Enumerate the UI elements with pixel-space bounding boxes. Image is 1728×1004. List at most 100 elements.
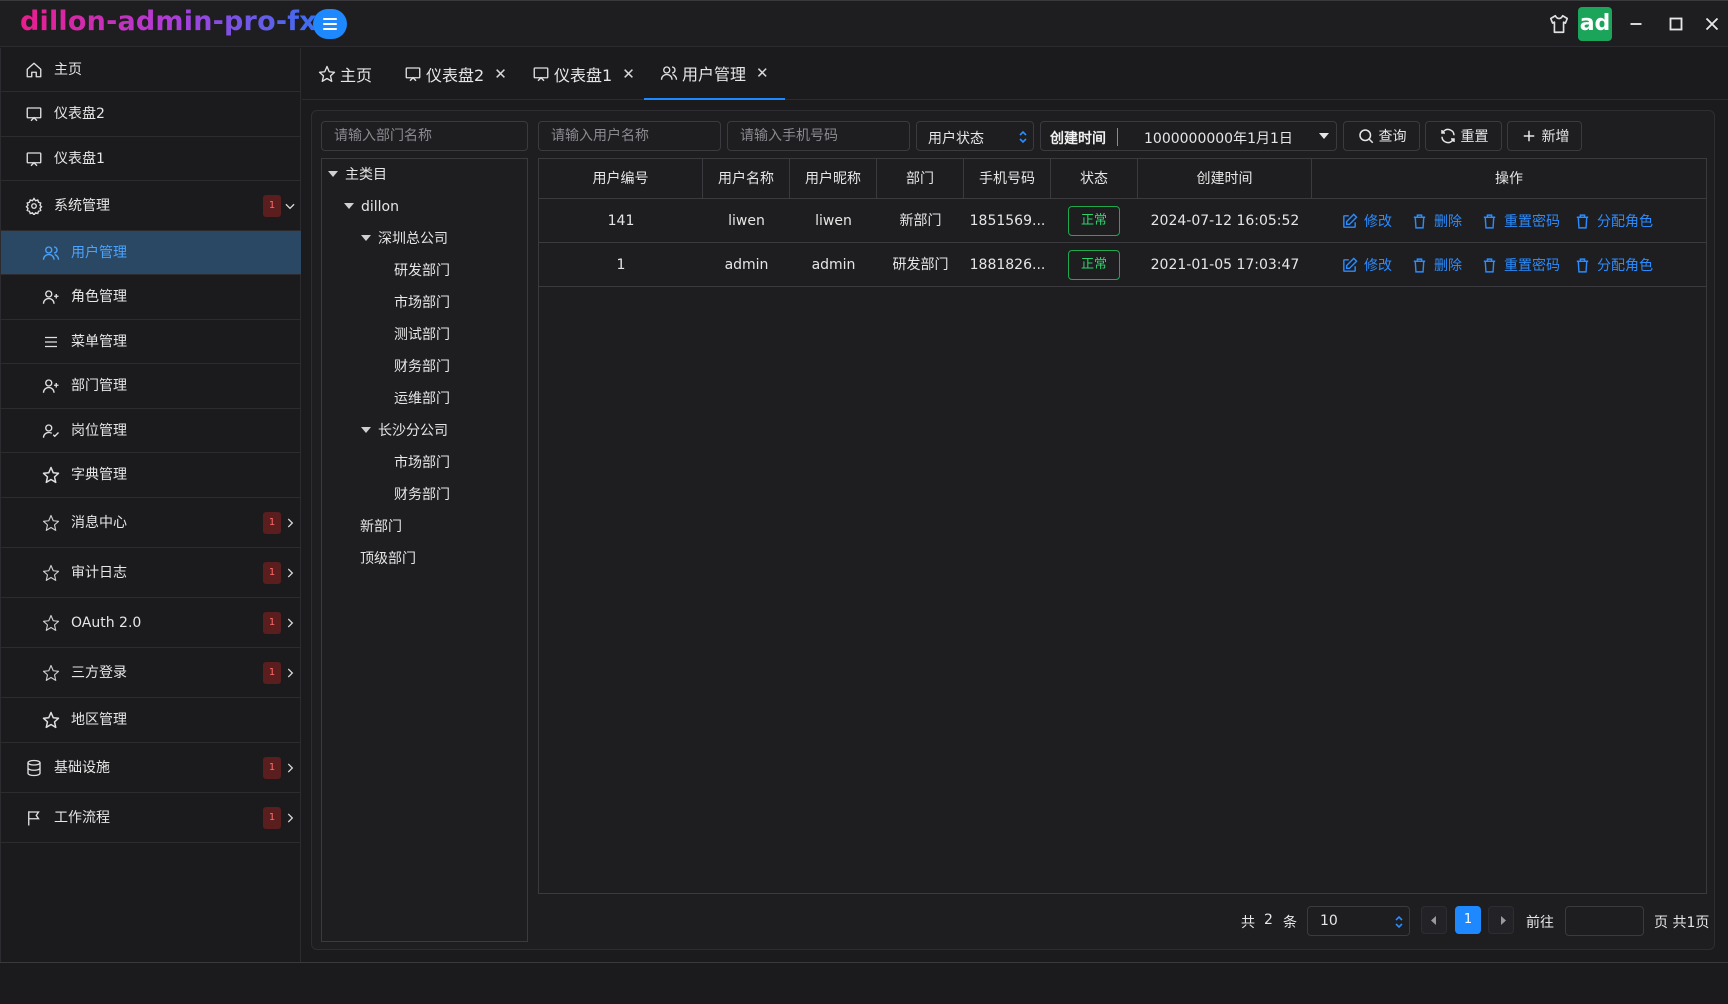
reset-password-button[interactable]: 重置密码 [1481,243,1560,287]
tree-node-root[interactable]: 主类目 [328,165,387,185]
tree-node[interactable]: 运维部门 [394,389,450,409]
column-header[interactable]: 用户昵称 [790,159,877,199]
username-input[interactable] [538,121,721,151]
caret-down-icon[interactable] [328,171,338,177]
edit-button[interactable]: 修改 [1341,199,1392,243]
sidebar-item-messages[interactable]: 消息中心 1 [1,498,301,548]
sidebar-item-menus[interactable]: 菜单管理 [1,320,301,364]
page-size-select[interactable]: 10 [1307,906,1410,936]
status-select[interactable]: 用户状态 [916,121,1034,151]
column-header[interactable]: 状态 [1051,159,1138,199]
sidebar-item-home[interactable]: 主页 [1,48,301,92]
sidebar-item-audit-log[interactable]: 审计日志 1 [1,548,301,598]
tree-node[interactable]: 市场部门 [394,293,450,313]
tree-node[interactable]: 顶级部门 [360,549,416,569]
table-row[interactable]: 1 admin admin 研发部门 1881826... 正常 2021-01… [539,243,1706,287]
menu-toggle-button[interactable] [313,9,347,39]
column-header[interactable]: 部门 [877,159,964,199]
tree-node[interactable]: 深圳总公司 [361,229,448,249]
sidebar-item-label: 菜单管理 [71,333,127,350]
caret-down-icon[interactable] [361,427,371,433]
add-button[interactable]: 新增 [1507,121,1582,151]
sidebar-item-roles[interactable]: 角色管理 [1,275,301,320]
reset-button[interactable]: 重置 [1425,121,1502,151]
user-table: 用户编号 用户名称 用户昵称 部门 手机号码 状态 创建时间 操作 141 li… [538,158,1707,894]
sidebar-item-dictionary[interactable]: 字典管理 [1,453,301,498]
created-time-range[interactable]: 创建时间 1000000000年1月1日 [1040,121,1337,151]
maximize-icon[interactable] [1665,13,1687,35]
sidebar-item-dashboard1[interactable]: 仪表盘1 [1,137,301,181]
delete-button[interactable]: 删除 [1411,199,1462,243]
reset-password-button[interactable]: 重置密码 [1481,199,1560,243]
tree-node[interactable]: 研发部门 [394,261,450,281]
phone-input[interactable] [727,121,910,151]
assign-role-button[interactable]: 分配角色 [1574,199,1653,243]
status-bar [0,962,1728,1004]
column-header[interactable]: 手机号码 [964,159,1051,199]
tree-node[interactable]: 新部门 [360,517,402,537]
app-title: dillon-admin-pro-fx [20,6,317,37]
sidebar-item-label: OAuth 2.0 [71,614,142,631]
sidebar-item-dashboard2[interactable]: 仪表盘2 [1,92,301,137]
trash-icon [1576,257,1589,273]
caret-down-icon[interactable] [361,235,371,241]
sidebar-item-oauth[interactable]: OAuth 2.0 1 [1,598,301,648]
tab-close-icon[interactable]: ✕ [756,64,769,82]
tree-node[interactable]: 测试部门 [394,325,450,345]
sidebar-item-posts[interactable]: 岗位管理 [1,409,301,453]
sidebar-item-third-party-login[interactable]: 三方登录 1 [1,648,301,698]
sidebar-item-label: 系统管理 [54,197,110,214]
column-header[interactable]: 用户名称 [703,159,790,199]
tab-dashboard2[interactable]: 仪表盘2 ✕ [404,48,507,100]
tab-close-icon[interactable]: ✕ [622,65,635,83]
table-row[interactable]: 141 liwen liwen 新部门 1851569... 正常 2024-0… [539,199,1706,243]
trash-icon [1413,213,1426,229]
shirt-icon[interactable] [1548,13,1570,35]
sidebar-item-departments[interactable]: 部门管理 [1,364,301,409]
cell-created-time: 2021-01-05 17:03:47 [1150,257,1300,273]
chevron-right-icon [287,812,294,823]
avatar[interactable]: ad [1578,7,1612,41]
close-icon[interactable] [1701,13,1723,35]
tree-node[interactable]: 财务部门 [394,485,450,505]
badge: 1 [263,194,281,217]
tree-node[interactable]: dillon [344,197,399,217]
badge: 1 [263,661,281,684]
total-count: 2 [1264,912,1273,928]
tab-dashboard1[interactable]: 仪表盘1 ✕ [532,48,635,100]
column-header[interactable]: 用户编号 [539,159,703,199]
tree-node[interactable]: 财务部门 [394,357,450,377]
sidebar-item-system[interactable]: 系统管理 1 [1,181,301,231]
cell-nickname: liwen [815,213,852,229]
edit-button[interactable]: 修改 [1341,243,1392,287]
status-badge: 正常 [1068,206,1120,236]
delete-button[interactable]: 删除 [1411,243,1462,287]
chevron-right-icon [287,517,294,528]
prev-page-button[interactable] [1421,906,1447,934]
sidebar-item-users[interactable]: 用户管理 [1,231,301,275]
tree-node[interactable]: 市场部门 [394,453,450,473]
sidebar-item-regions[interactable]: 地区管理 [1,698,301,743]
chevron-right-icon [287,667,294,678]
goto-page-input[interactable] [1565,906,1644,936]
page-1-button[interactable]: 1 [1455,906,1481,934]
dept-search-input[interactable] [321,121,528,151]
sidebar-item-workflow[interactable]: 工作流程 1 [1,793,301,843]
minimize-icon[interactable] [1625,13,1647,35]
column-header[interactable]: 创建时间 [1138,159,1312,199]
assign-role-button[interactable]: 分配角色 [1574,243,1653,287]
tab-close-icon[interactable]: ✕ [494,65,507,83]
tab-user-management[interactable]: 用户管理 ✕ [644,48,785,100]
monitor-icon [533,67,549,82]
caret-down-icon[interactable] [344,203,354,209]
badge: 1 [263,611,281,634]
search-button[interactable]: 查询 [1343,121,1420,151]
chevron-down-icon[interactable] [1318,131,1330,141]
tab-home[interactable]: 主页 [318,48,372,100]
tab-bar: 主页 仪表盘2 ✕ 仪表盘1 ✕ 用户管理 ✕ [302,48,1728,100]
sidebar-item-infrastructure[interactable]: 基础设施 1 [1,743,301,793]
star-outline-icon [42,614,60,631]
tree-node[interactable]: 长沙分公司 [361,421,448,441]
next-page-button[interactable] [1488,906,1514,934]
trash-icon [1413,257,1426,273]
